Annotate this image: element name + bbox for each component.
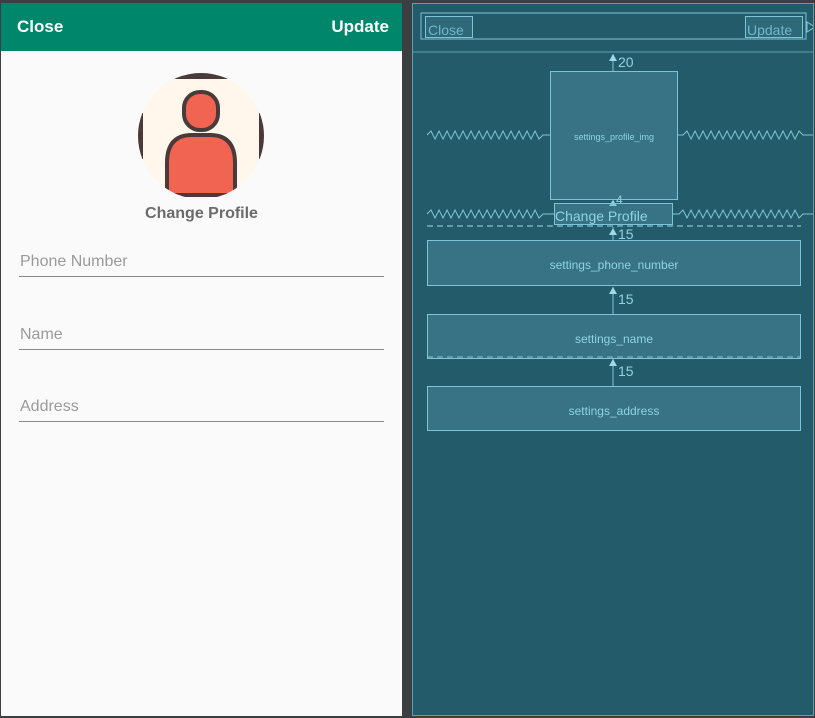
name-input[interactable]	[19, 323, 385, 347]
blueprint-view: Close Update 20 settings_profile_img 4 C…	[412, 3, 814, 716]
user-avatar-icon	[138, 73, 264, 199]
bp-phone-box[interactable]: settings_phone_number	[427, 240, 801, 286]
bp-margin-address: 15	[618, 363, 634, 379]
phone-number-input[interactable]	[19, 250, 385, 274]
address-field[interactable]	[19, 395, 385, 422]
bp-change-profile-box[interactable]: Change Profile	[554, 203, 673, 225]
bp-close-box[interactable]: Close	[425, 16, 473, 38]
update-button[interactable]: Update	[331, 3, 389, 51]
bp-profile-img-box[interactable]: settings_profile_img	[550, 71, 678, 200]
bp-update-box[interactable]: Update	[745, 16, 803, 38]
phone-number-field[interactable]	[19, 250, 385, 277]
bp-close-label: Close	[428, 22, 464, 38]
close-button[interactable]: Close	[17, 3, 63, 51]
bp-profile-img-id: settings_profile_img	[573, 132, 655, 142]
bp-update-label: Update	[747, 22, 793, 38]
app-bar: Close Update	[1, 3, 402, 51]
bp-address-id: settings_address	[568, 404, 660, 418]
design-preview: Close Update Change Profile	[1, 3, 402, 716]
change-profile-button[interactable]: Change Profile	[1, 205, 402, 223]
bp-name-id: settings_name	[574, 332, 654, 346]
bp-change-profile-label: Change Profile	[555, 208, 648, 224]
bp-address-box[interactable]: settings_address	[427, 386, 801, 431]
profile-image[interactable]	[138, 73, 264, 199]
name-field[interactable]	[19, 323, 385, 350]
bp-phone-id: settings_phone_number	[549, 258, 679, 272]
bp-margin-name: 15	[618, 291, 634, 307]
bp-name-box[interactable]: settings_name	[427, 314, 801, 359]
address-input[interactable]	[19, 395, 385, 419]
bp-margin-img: 20	[618, 54, 634, 70]
